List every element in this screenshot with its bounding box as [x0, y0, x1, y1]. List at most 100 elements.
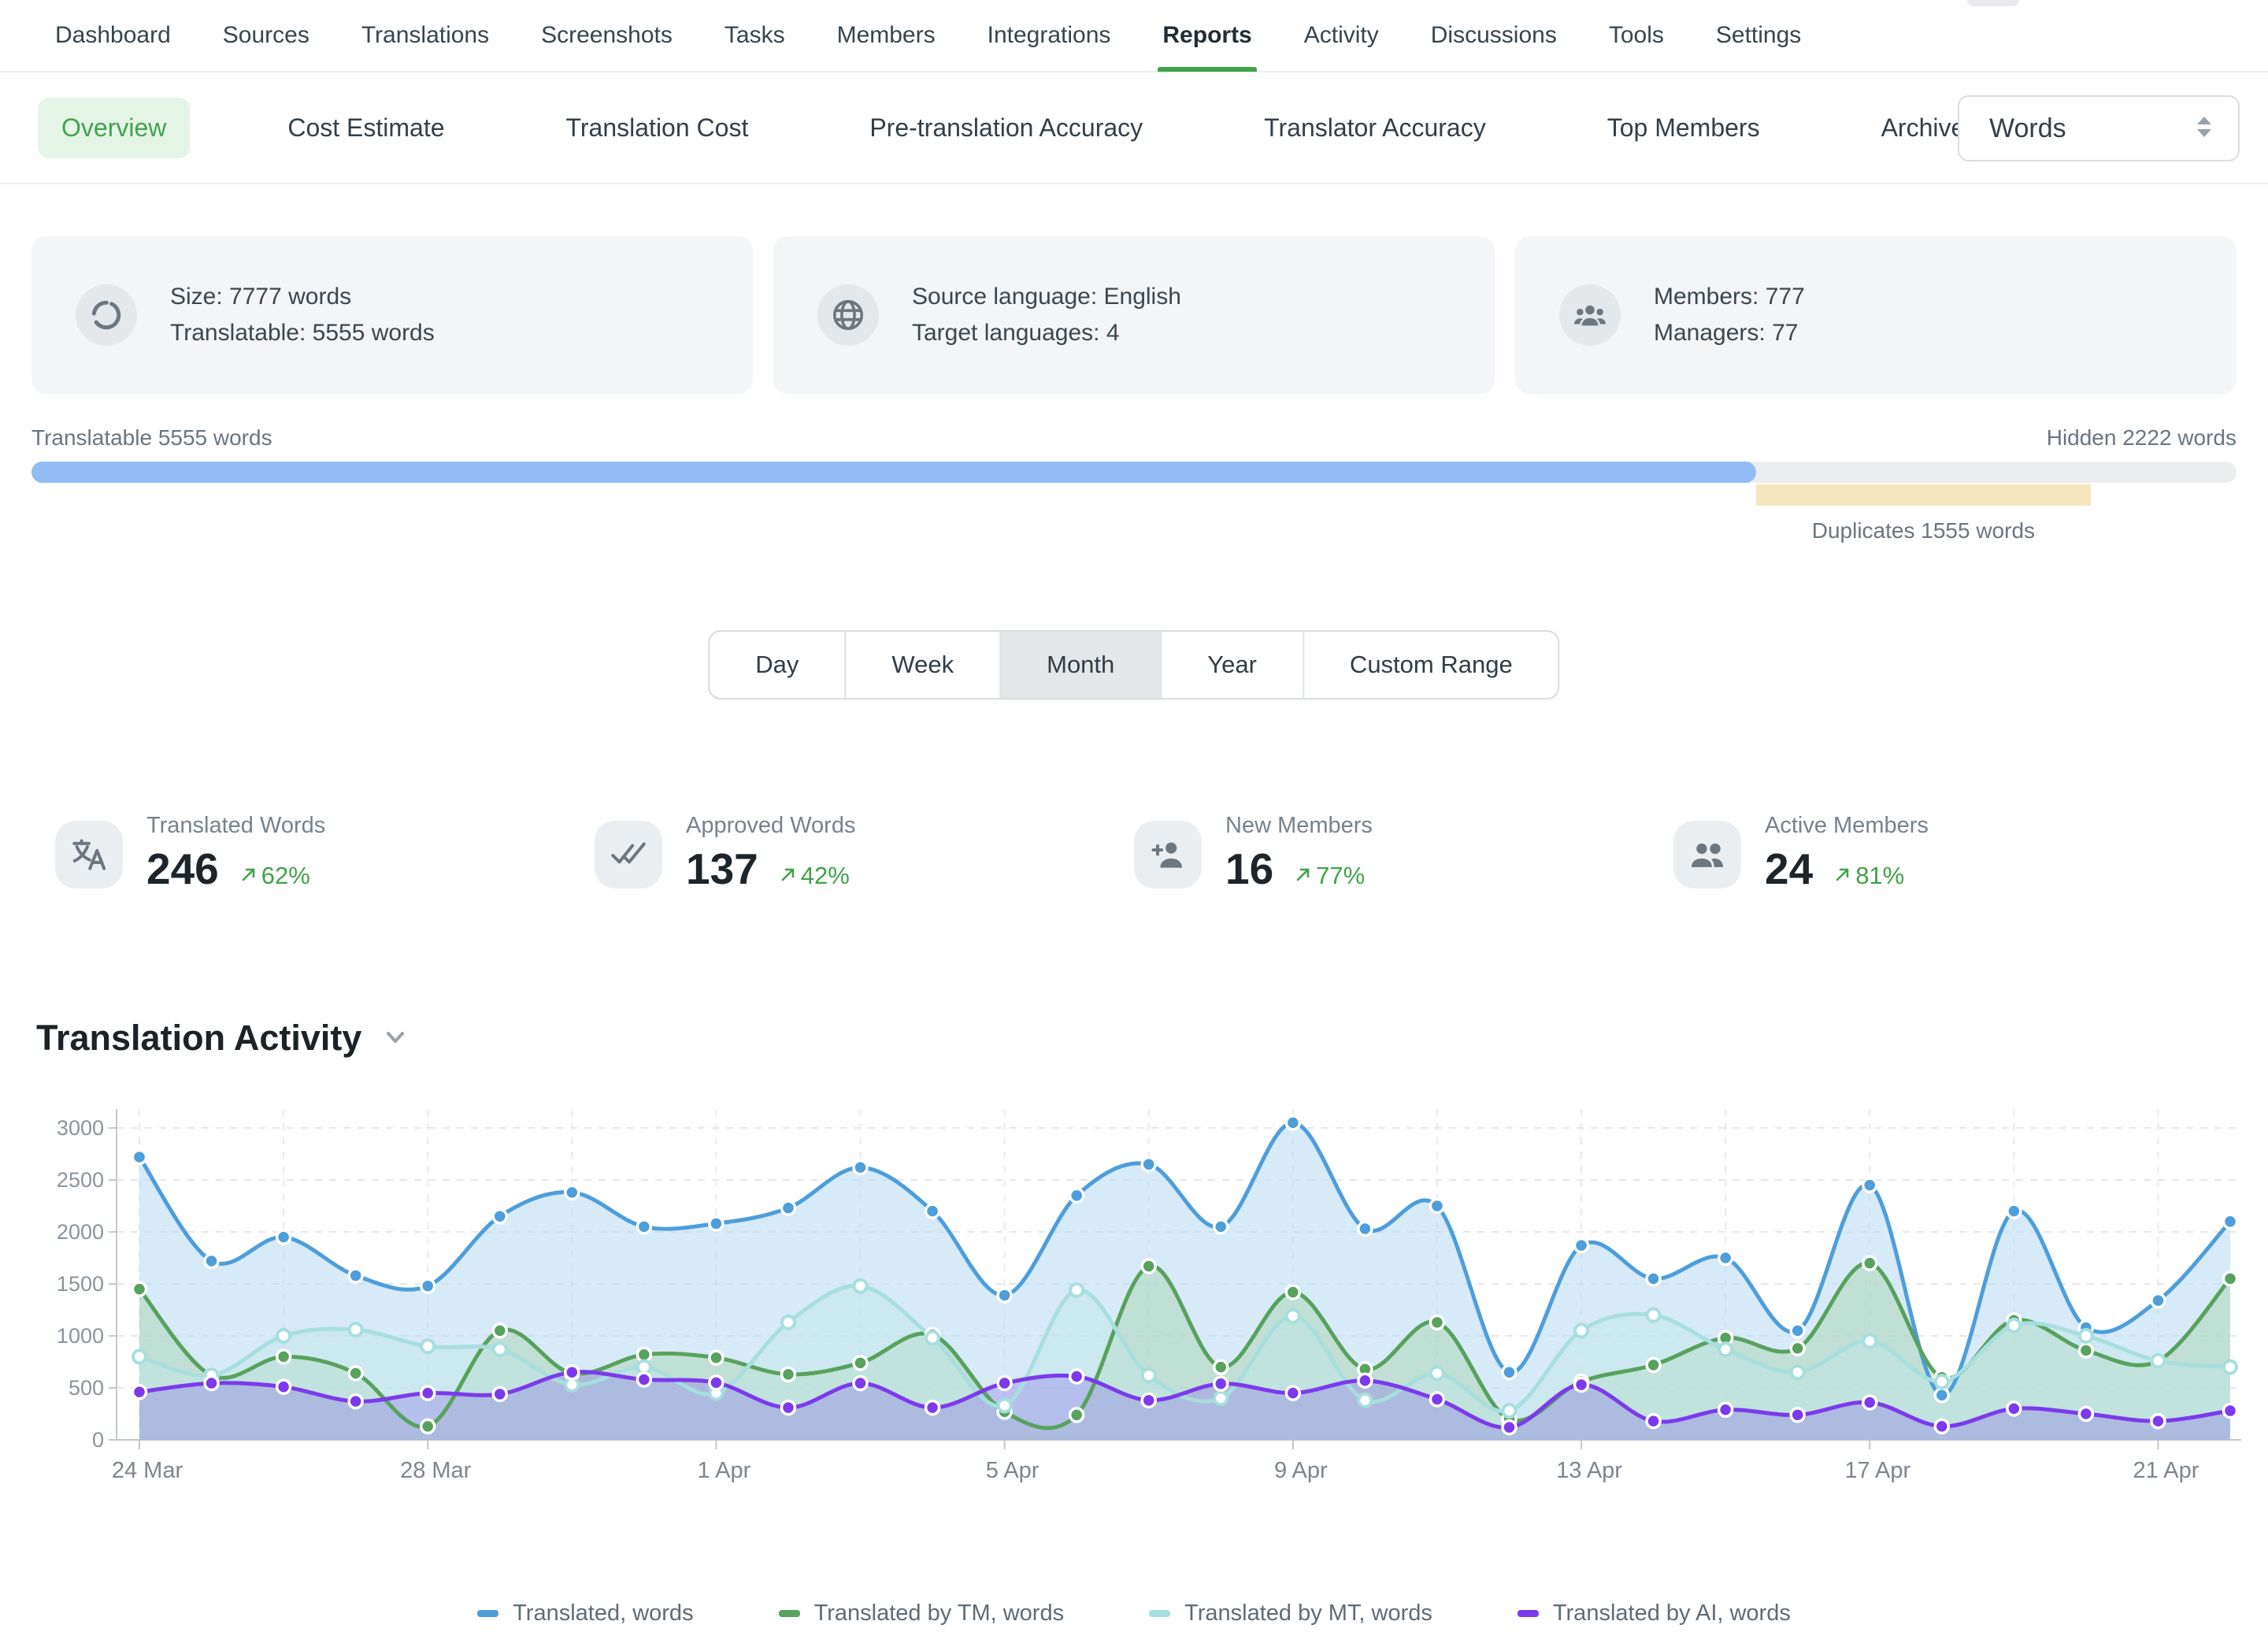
tab-translator-accuracy[interactable]: Translator Accuracy	[1240, 98, 1510, 158]
kpi-label: New Members	[1225, 813, 1373, 839]
globe-icon	[817, 284, 879, 346]
nav-item-tools[interactable]: Tools	[1609, 0, 1664, 72]
svg-text:500: 500	[69, 1376, 104, 1400]
svg-text:5 Apr: 5 Apr	[986, 1458, 1040, 1483]
section-title: Translation Activity	[36, 1018, 361, 1059]
summary-card-2: Members: 777Managers: 77	[1515, 236, 2236, 394]
legend-label: Translated by TM, words	[814, 1601, 1065, 1627]
kpi-label: Approved Words	[686, 813, 855, 839]
nav-item-dashboard[interactable]: Dashboard	[55, 0, 171, 72]
members-group-icon	[1559, 284, 1621, 346]
nav-item-discussions[interactable]: Discussions	[1431, 0, 1557, 72]
kpi-translated-words: Translated Words 24662%	[55, 813, 595, 894]
kpi-row: Translated Words 24662% Approved Words1374…	[55, 813, 2213, 894]
kpi-delta: 62%	[239, 862, 310, 890]
legend-label: Translated by MT, words	[1184, 1601, 1432, 1627]
tab-pre-translation-accuracy[interactable]: Pre-translation Accuracy	[846, 98, 1166, 158]
trend-up-icon	[779, 862, 798, 890]
card-line: Size: 7777 words	[170, 279, 435, 316]
nav-item-members[interactable]: Members	[837, 0, 936, 72]
svg-text:2000: 2000	[57, 1220, 104, 1244]
card-line: Source language: English	[912, 279, 1181, 316]
range-option-year[interactable]: Year	[1160, 632, 1303, 698]
top-navigation: Dashboard Sources Translations Screenshots T…	[0, 0, 2268, 72]
chart-svg: 05001000150020002500300024 Mar28 Mar1 Ap…	[0, 1085, 2268, 1511]
tab-overview[interactable]: Overview	[38, 98, 190, 158]
range-option-custom-range[interactable]: Custom Range	[1303, 632, 1558, 698]
svg-text:2500: 2500	[57, 1168, 104, 1192]
nav-item-settings[interactable]: Settings	[1716, 0, 1801, 72]
legend-swatch	[477, 1610, 498, 1617]
kpi-new-members: New Members1677%	[1134, 813, 1673, 894]
double-check-icon	[595, 821, 662, 888]
range-option-week[interactable]: Week	[844, 632, 999, 698]
nav-item-tasks[interactable]: Tasks	[724, 0, 785, 72]
kpi-value: 2481%	[1765, 844, 1929, 894]
range-option-month[interactable]: Month	[999, 632, 1160, 698]
chart-legend: Translated, words Translated by TM, words…	[0, 1601, 2268, 1627]
nav-item-translations[interactable]: Translations	[361, 0, 489, 72]
nav-item-sources[interactable]: Sources	[223, 0, 309, 72]
summary-card-1: Source language: EnglishTarget languages…	[773, 236, 1495, 394]
kpi-approved-words: Approved Words13742%	[595, 813, 1134, 894]
kpi-text: Active Members2481%	[1765, 813, 1929, 894]
summary-card-0: Size: 7777 wordsTranslatable: 5555 words	[32, 236, 753, 394]
card-line: Translatable: 5555 words	[170, 315, 435, 352]
kpi-label: Translated Words	[146, 813, 325, 839]
date-range-toggle: DayWeekMonthYearCustom Range	[708, 630, 1559, 699]
unit-select[interactable]: Words	[1958, 95, 2240, 161]
svg-text:3000: 3000	[57, 1116, 104, 1140]
svg-text:1500: 1500	[57, 1272, 104, 1296]
card-line: Managers: 77	[1654, 315, 1805, 352]
svg-text:28 Mar: 28 Mar	[400, 1458, 472, 1483]
kpi-delta: 42%	[779, 862, 850, 890]
translate-icon	[55, 821, 123, 888]
tab-top-members[interactable]: Top Members	[1584, 98, 1784, 158]
tab-cost-estimate[interactable]: Cost Estimate	[264, 98, 468, 158]
card-line: Members: 777	[1654, 279, 1805, 316]
legend-swatch	[1149, 1610, 1170, 1617]
legend-item-2[interactable]: Translated by MT, words	[1149, 1601, 1432, 1627]
tab-translation-cost[interactable]: Translation Cost	[543, 98, 773, 158]
trend-up-icon	[1833, 862, 1852, 890]
svg-text:1000: 1000	[57, 1324, 104, 1348]
legend-item-1[interactable]: Translated by TM, words	[779, 1601, 1065, 1627]
translatable-label: Translatable 5555 words	[32, 425, 272, 451]
kpi-active-members: Active Members2481%	[1673, 813, 2213, 894]
kpi-value: 24662%	[146, 844, 325, 894]
kpi-text: Translated Words 24662%	[146, 813, 325, 894]
legend-swatch	[779, 1610, 800, 1617]
progress-ring-icon	[76, 284, 137, 346]
summary-cards: Size: 7777 wordsTranslatable: 5555 words…	[32, 236, 2236, 394]
hidden-label: Hidden 2222 words	[2047, 425, 2236, 451]
trend-up-icon	[1294, 862, 1313, 890]
translation-activity-chart: 05001000150020002500300024 Mar28 Mar1 Ap…	[0, 1085, 2268, 1515]
translatable-bar	[32, 462, 1756, 483]
person-add-icon	[1134, 821, 1202, 888]
nav-item-integrations[interactable]: Integrations	[988, 0, 1111, 72]
duplicates-bar	[1756, 484, 2092, 506]
range-option-day[interactable]: Day	[710, 632, 844, 698]
trend-up-icon	[239, 862, 258, 890]
chevron-down-icon[interactable]	[382, 1023, 409, 1054]
nav-item-reports[interactable]: Reports	[1162, 0, 1251, 72]
svg-text:9 Apr: 9 Apr	[1274, 1458, 1328, 1483]
words-breakdown: Translatable 5555 words Hidden 2222 word…	[32, 425, 2236, 483]
nav-item-screenshots[interactable]: Screenshots	[541, 0, 673, 72]
nav-item-activity[interactable]: Activity	[1304, 0, 1379, 72]
report-tabs-row: Overview Cost Estimate Translation Cost Pre…	[0, 72, 2268, 184]
people-icon	[1673, 821, 1741, 888]
svg-text:13 Apr: 13 Apr	[1556, 1458, 1622, 1483]
card-line: Target languages: 4	[912, 315, 1181, 352]
sort-arrows-icon	[2194, 113, 2214, 144]
kpi-text: New Members1677%	[1225, 813, 1373, 894]
legend-item-0[interactable]: Translated, words	[477, 1601, 693, 1627]
card-text: Source language: EnglishTarget languages…	[912, 279, 1181, 352]
svg-text:21 Apr: 21 Apr	[2133, 1458, 2199, 1483]
legend-label: Translated, words	[513, 1601, 693, 1627]
svg-text:1 Apr: 1 Apr	[698, 1458, 751, 1483]
legend-item-3[interactable]: Translated by AI, words	[1518, 1601, 1791, 1627]
words-progress-track: Duplicates 1555 words	[32, 462, 2236, 483]
activity-header: Translation Activity	[36, 1018, 409, 1059]
svg-text:17 Apr: 17 Apr	[1844, 1458, 1910, 1483]
